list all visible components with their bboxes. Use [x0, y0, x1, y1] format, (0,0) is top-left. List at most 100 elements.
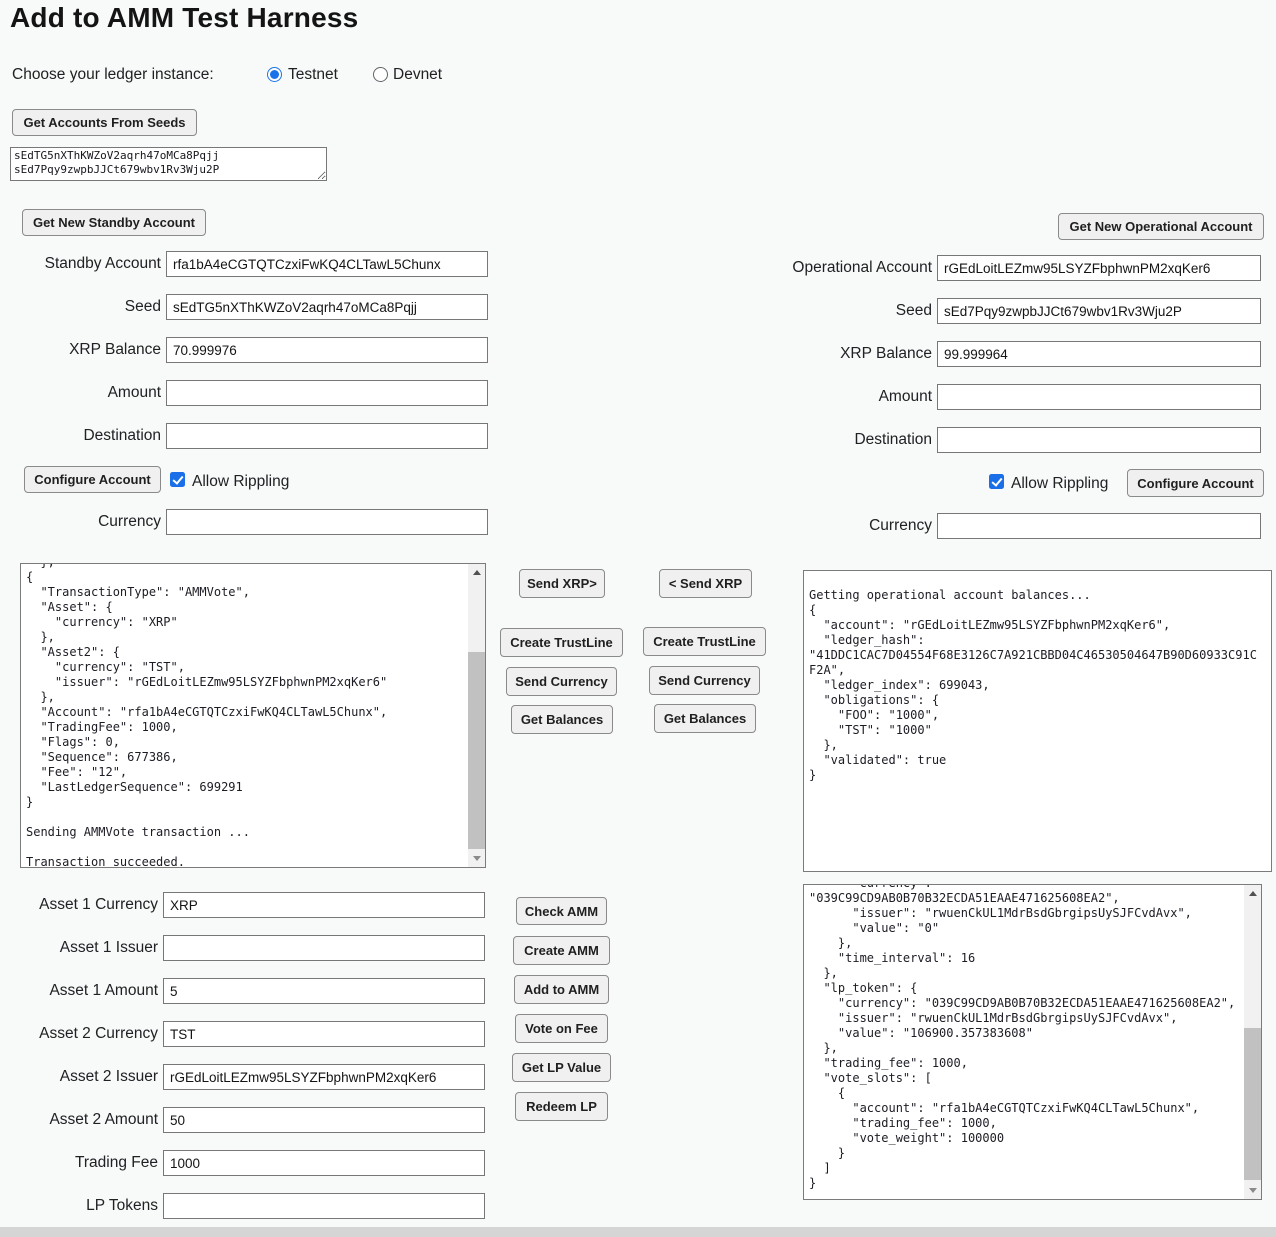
standby-get-balances-button[interactable]: Get Balances [511, 705, 613, 734]
asset1-issuer-label: Asset 1 Issuer [10, 939, 163, 957]
operational-amount-row: Amount [756, 384, 1261, 410]
asset1-amount-input[interactable] [163, 978, 485, 1004]
asset2-amount-input[interactable] [163, 1107, 485, 1133]
operational-get-balances-button[interactable]: Get Balances [654, 704, 756, 733]
standby-xrp-balance-input[interactable] [166, 337, 488, 363]
redeem-lp-button[interactable]: Redeem LP [515, 1092, 608, 1121]
asset1-currency-input[interactable] [163, 892, 485, 918]
get-new-operational-account-button[interactable]: Get New Operational Account [1058, 213, 1264, 240]
standby-results-textarea[interactable]: }, { "TransactionType": "AMMVote", "Asse… [20, 563, 486, 868]
standby-destination-label: Destination [10, 427, 166, 445]
standby-currency-label: Currency [10, 513, 166, 531]
operational-xrp-balance-row: XRP Balance [756, 341, 1261, 367]
operational-seed-input[interactable] [937, 298, 1261, 324]
scroll-up-icon[interactable] [1244, 885, 1261, 902]
standby-xrp-balance-row: XRP Balance [10, 337, 488, 363]
standby-allow-rippling-label[interactable]: Allow Rippling [192, 473, 289, 491]
operational-currency-input[interactable] [937, 513, 1261, 539]
asset1-currency-label: Asset 1 Currency [10, 896, 163, 914]
operational-currency-row: Currency [756, 513, 1261, 539]
operational-seed-label: Seed [756, 302, 937, 320]
standby-account-label: Standby Account [10, 255, 166, 273]
operational-send-currency-button[interactable]: Send Currency [649, 666, 760, 695]
standby-results-text: }, { "TransactionType": "AMMVote", "Asse… [21, 564, 468, 867]
send-xrp-to-operational-button[interactable]: Send XRP> [519, 569, 605, 598]
standby-currency-row: Currency [10, 509, 488, 535]
standby-account-row: Standby Account [10, 251, 488, 277]
trading-fee-row: Trading Fee [10, 1150, 485, 1176]
standby-amount-input[interactable] [166, 380, 488, 406]
asset2-amount-label: Asset 2 Amount [10, 1111, 163, 1129]
asset2-currency-input[interactable] [163, 1021, 485, 1047]
radio-devnet[interactable] [373, 67, 388, 82]
scroll-up-icon[interactable] [468, 564, 485, 581]
operational-allow-rippling-checkbox[interactable] [989, 474, 1004, 489]
standby-destination-input[interactable] [166, 423, 488, 449]
operational-destination-input[interactable] [937, 427, 1261, 453]
radio-devnet-label[interactable]: Devnet [393, 66, 442, 84]
operational-xrp-balance-input[interactable] [937, 341, 1261, 367]
ledger-instance-label: Choose your ledger instance: [12, 66, 214, 84]
trading-fee-input[interactable] [163, 1150, 485, 1176]
operational-results-textarea[interactable]: Getting operational account balances... … [803, 570, 1272, 872]
amm-results-text: "currency": "039C99CD9AB0B70B32ECDA51EAA… [804, 885, 1244, 1193]
lp-tokens-row: LP Tokens [10, 1193, 485, 1219]
operational-destination-row: Destination [756, 427, 1261, 453]
asset1-issuer-input[interactable] [163, 935, 485, 961]
standby-create-trustline-button[interactable]: Create TrustLine [500, 628, 623, 657]
operational-seed-row: Seed [756, 298, 1261, 324]
check-amm-button[interactable]: Check AMM [516, 897, 607, 925]
operational-currency-label: Currency [756, 517, 937, 535]
scrollbar-thumb[interactable] [1244, 1028, 1261, 1180]
standby-send-currency-button[interactable]: Send Currency [506, 667, 617, 696]
page-title: Add to AMM Test Harness [10, 2, 358, 34]
standby-seed-input[interactable] [166, 294, 488, 320]
get-lp-value-button[interactable]: Get LP Value [512, 1053, 611, 1082]
standby-currency-input[interactable] [166, 509, 488, 535]
asset1-amount-label: Asset 1 Amount [10, 982, 163, 1000]
add-to-amm-button[interactable]: Add to AMM [514, 975, 609, 1004]
standby-amount-label: Amount [10, 384, 166, 402]
operational-account-input[interactable] [937, 255, 1261, 281]
radio-testnet-label[interactable]: Testnet [288, 66, 338, 84]
asset1-issuer-row: Asset 1 Issuer [10, 935, 485, 961]
operational-xrp-balance-label: XRP Balance [756, 345, 937, 363]
standby-allow-rippling-checkbox[interactable] [170, 472, 185, 487]
lp-tokens-input[interactable] [163, 1193, 485, 1219]
create-amm-button[interactable]: Create AMM [513, 936, 610, 965]
get-accounts-from-seeds-button[interactable]: Get Accounts From Seeds [12, 109, 197, 136]
radio-testnet[interactable] [267, 67, 282, 82]
seeds-textarea[interactable]: sEdTG5nXThKWZoV2aqrh47oMCa8Pqjj sEd7Pqy9… [10, 147, 327, 181]
amm-results-textarea[interactable]: "currency": "039C99CD9AB0B70B32ECDA51EAA… [803, 884, 1262, 1200]
lp-tokens-label: LP Tokens [10, 1197, 163, 1215]
page-bottom-bar [0, 1227, 1276, 1237]
standby-seed-label: Seed [10, 298, 166, 316]
asset2-currency-label: Asset 2 Currency [10, 1025, 163, 1043]
operational-create-trustline-button[interactable]: Create TrustLine [643, 627, 766, 656]
get-new-standby-account-button[interactable]: Get New Standby Account [22, 209, 206, 236]
standby-seed-row: Seed [10, 294, 488, 320]
standby-account-input[interactable] [166, 251, 488, 277]
send-xrp-to-standby-button[interactable]: < Send XRP [659, 569, 752, 598]
operational-amount-label: Amount [756, 388, 937, 406]
check-icon [991, 475, 1002, 487]
operational-configure-account-button[interactable]: Configure Account [1127, 469, 1264, 497]
radio-dot-icon [376, 70, 385, 79]
radio-dot-icon [270, 70, 279, 79]
operational-allow-rippling-label[interactable]: Allow Rippling [1011, 475, 1108, 493]
operational-account-row: Operational Account [756, 255, 1261, 281]
standby-xrp-balance-label: XRP Balance [10, 341, 166, 359]
operational-amount-input[interactable] [937, 384, 1261, 410]
trading-fee-label: Trading Fee [10, 1154, 163, 1172]
check-icon [172, 473, 183, 485]
scrollbar-thumb[interactable] [468, 652, 485, 849]
asset1-currency-row: Asset 1 Currency [10, 892, 485, 918]
scroll-down-icon[interactable] [468, 850, 485, 867]
standby-results-scrollbar[interactable] [468, 564, 485, 867]
amm-results-scrollbar[interactable] [1244, 885, 1261, 1199]
scroll-down-icon[interactable] [1244, 1182, 1261, 1199]
operational-results-text: Getting operational account balances... … [804, 571, 1271, 785]
vote-on-fee-button[interactable]: Vote on Fee [515, 1014, 608, 1043]
asset2-issuer-input[interactable] [163, 1064, 485, 1090]
standby-configure-account-button[interactable]: Configure Account [24, 466, 161, 493]
